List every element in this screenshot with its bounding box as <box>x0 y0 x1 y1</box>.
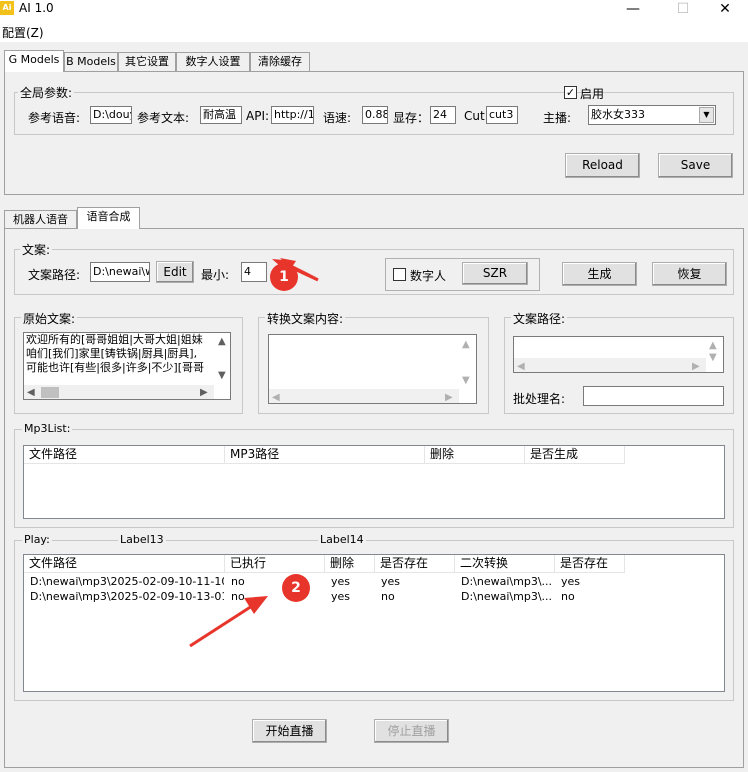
annotation-badge-2: 2 <box>282 574 310 602</box>
tab-speech-synthesis[interactable]: 语音合成 <box>77 207 140 229</box>
tab-g-models[interactable]: G Models <box>4 50 64 72</box>
annotation-overlay <box>189 258 320 648</box>
annotation-arrow-2-shaft <box>189 604 253 648</box>
annotation-arrow-2-head <box>244 596 268 614</box>
annotation-badge-1: 1 <box>270 263 298 291</box>
